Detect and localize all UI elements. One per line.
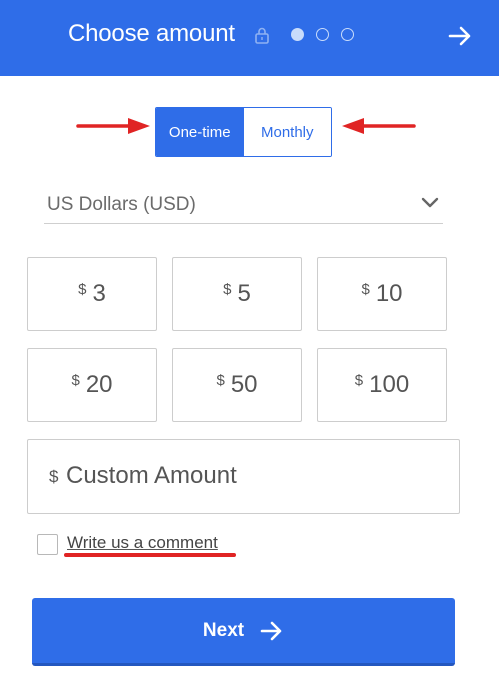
currency-select[interactable]: US Dollars (USD) <box>44 188 443 224</box>
annotation-underline <box>64 553 236 557</box>
step-indicator-2 <box>316 28 329 41</box>
currency-symbol: $ <box>216 371 225 389</box>
chevron-down-icon <box>421 197 439 208</box>
currency-symbol: $ <box>223 280 232 298</box>
custom-amount-field: $ <box>27 439 460 514</box>
currency-symbol: $ <box>354 371 364 389</box>
currency-symbol: $ <box>71 371 80 389</box>
header-bar: Choose amount <box>0 0 499 76</box>
annotation-arrow-right-pointing <box>76 118 150 134</box>
step-indicator-1 <box>291 28 304 41</box>
amount-value: 3 <box>92 280 106 307</box>
currency-symbol: $ <box>49 467 59 486</box>
comment-link[interactable]: Write us a comment <box>67 533 218 553</box>
next-button-label: Next <box>202 619 245 641</box>
custom-amount-input[interactable] <box>66 458 436 494</box>
step-indicator-3 <box>341 28 354 41</box>
header-next-arrow-icon[interactable] <box>446 22 474 50</box>
page-title: Choose amount <box>68 20 235 47</box>
amount-value: 10 <box>375 280 403 307</box>
currency-symbol: $ <box>361 280 370 298</box>
amount-value: 100 <box>369 371 410 398</box>
amount-button-50[interactable]: $ 50 <box>172 348 302 422</box>
amount-value: 50 <box>230 371 258 398</box>
annotation-arrow-left-pointing <box>342 118 416 134</box>
amount-button-100[interactable]: $ 100 <box>317 348 447 422</box>
amount-button-20[interactable]: $ 20 <box>27 348 157 422</box>
amount-button-3[interactable]: $ 3 <box>27 257 157 331</box>
amount-button-5[interactable]: $ 5 <box>172 257 302 331</box>
next-button[interactable]: Next <box>32 598 455 666</box>
amount-value: 20 <box>85 371 113 398</box>
monthly-option[interactable]: Monthly <box>243 108 331 156</box>
frequency-toggle: One-time Monthly <box>155 107 332 157</box>
amount-value: 5 <box>237 280 251 307</box>
amount-button-10[interactable]: $ 10 <box>317 257 447 331</box>
arrow-right-icon <box>260 621 282 640</box>
one-time-option[interactable]: One-time <box>156 108 244 156</box>
currency-selected-value: US Dollars (USD) <box>47 194 196 215</box>
comment-checkbox[interactable] <box>37 534 58 555</box>
lock-icon <box>255 27 269 44</box>
currency-symbol: $ <box>78 280 87 298</box>
